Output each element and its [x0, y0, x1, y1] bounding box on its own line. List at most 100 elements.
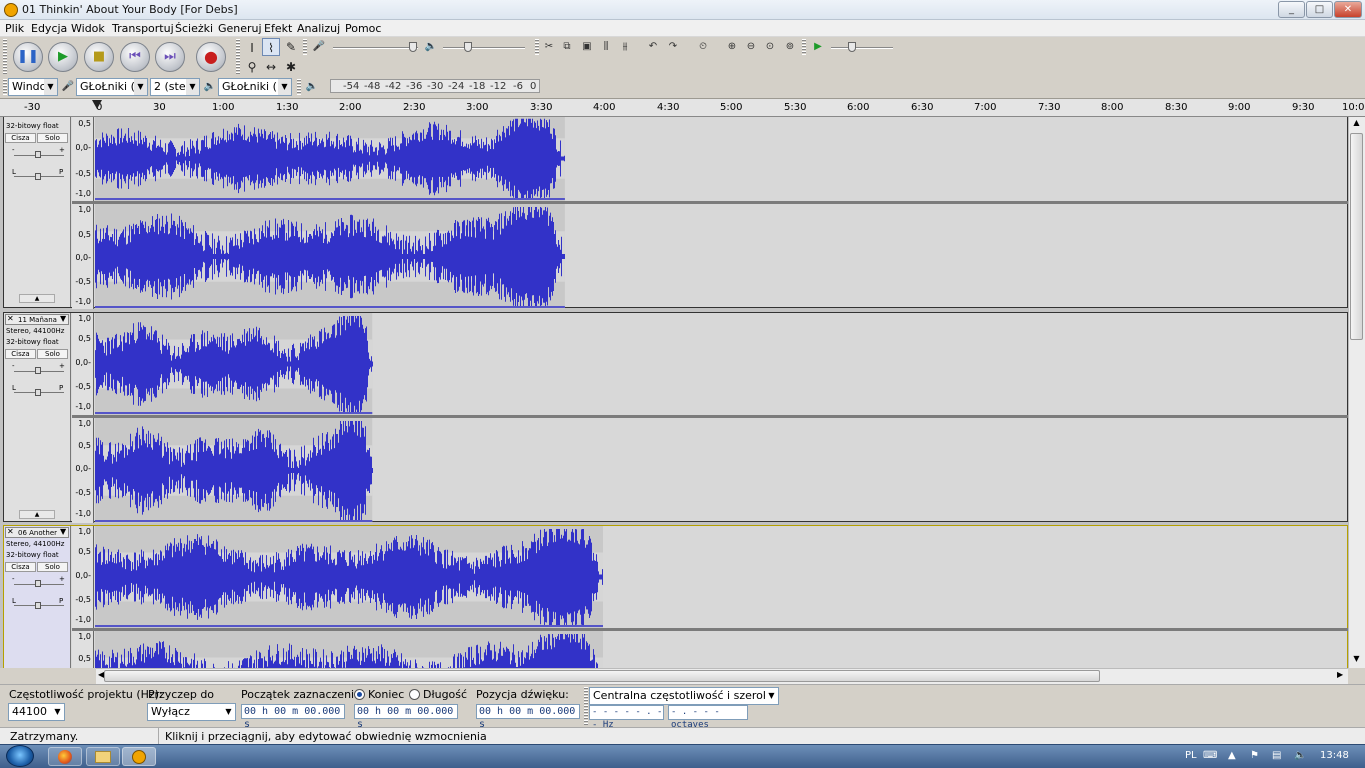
length-radio[interactable]: [409, 689, 420, 700]
selection-tool[interactable]: I: [243, 39, 261, 57]
menu-edit[interactable]: Edycja: [31, 22, 67, 35]
audio-track[interactable]: 06 Another ✕ ▼ Stereo, 44100Hz 32-bitowy…: [3, 525, 1348, 668]
envelope-tool[interactable]: ⌇: [262, 38, 280, 56]
clock[interactable]: 13:48: [1320, 750, 1349, 761]
playback-speed-slider[interactable]: [831, 47, 893, 49]
mute-button[interactable]: Cisza: [5, 562, 36, 572]
zoom-tool[interactable]: ⚲: [243, 58, 261, 76]
input-volume-thumb[interactable]: [409, 42, 417, 52]
toolbar-grip[interactable]: [297, 79, 301, 95]
redo-icon[interactable]: ↷: [665, 39, 681, 55]
play-position-marker[interactable]: [92, 100, 102, 109]
stop-button[interactable]: ■: [84, 42, 114, 72]
trim-icon[interactable]: ⫼: [598, 39, 614, 55]
menu-generate[interactable]: Generuj: [218, 22, 262, 35]
keyboard-icon[interactable]: ⌨: [1203, 750, 1217, 761]
toolbar-grip[interactable]: [802, 39, 806, 55]
waveform-left-channel[interactable]: [95, 313, 1348, 415]
undo-icon[interactable]: ↶: [645, 39, 661, 55]
playback-speed-thumb[interactable]: [848, 42, 856, 52]
end-radio[interactable]: [354, 689, 365, 700]
track-menu-arrow-icon[interactable]: ▼: [60, 527, 66, 536]
start-button[interactable]: [6, 745, 34, 767]
solo-button[interactable]: Solo: [37, 562, 68, 572]
menu-transport[interactable]: Transportuj: [112, 22, 174, 35]
gain-slider-thumb[interactable]: [35, 580, 41, 587]
pan-slider-thumb[interactable]: [35, 173, 41, 180]
audio-position-field[interactable]: 00 h 00 m 00.000 s: [476, 704, 580, 730]
vertical-scroll-thumb[interactable]: [1350, 133, 1363, 340]
playback-device-select[interactable]: GŁoŁniki (▼: [218, 78, 292, 96]
pause-button[interactable]: ❚❚: [13, 42, 43, 72]
scroll-down-icon[interactable]: ▼: [1350, 654, 1363, 666]
output-volume-thumb[interactable]: [464, 42, 472, 52]
menu-help[interactable]: Pomoc: [345, 22, 381, 35]
selection-start-field[interactable]: 00 h 00 m 00.000 s: [241, 704, 345, 730]
draw-tool[interactable]: ✎: [282, 38, 300, 56]
sync-lock-icon[interactable]: ⏲: [695, 39, 711, 55]
language-indicator[interactable]: PL: [1185, 750, 1197, 761]
waveform-left-channel[interactable]: [95, 526, 1348, 628]
recording-device-select[interactable]: GŁoŁniki (▼: [76, 78, 148, 96]
zoom-out-icon[interactable]: ⊖: [743, 39, 759, 55]
record-button[interactable]: ●: [196, 42, 226, 72]
waveform-left-channel[interactable]: [95, 117, 1348, 201]
explorer-taskbar-button[interactable]: [86, 747, 120, 766]
toolbar-grip[interactable]: [303, 39, 307, 55]
audio-host-select[interactable]: Windc ▼: [8, 78, 58, 96]
maximize-button[interactable]: □: [1306, 1, 1333, 18]
menu-effect[interactable]: Efekt: [264, 22, 292, 35]
copy-icon[interactable]: ⧉: [559, 39, 575, 55]
multi-tool[interactable]: ✱: [282, 58, 300, 76]
scroll-right-icon[interactable]: ▶: [1337, 670, 1347, 682]
close-button[interactable]: ✕: [1334, 1, 1362, 18]
paste-icon[interactable]: ▣: [579, 39, 595, 55]
firefox-taskbar-button[interactable]: [48, 747, 82, 766]
menu-file[interactable]: Plik: [5, 22, 24, 35]
toolbar-grip[interactable]: [535, 39, 539, 55]
zoom-in-icon[interactable]: ⊕: [724, 39, 740, 55]
menu-view[interactable]: Widok: [71, 22, 105, 35]
play-at-speed-icon[interactable]: ▶: [810, 39, 826, 55]
volume-icon[interactable]: 🔈: [1294, 750, 1306, 761]
horizontal-scroll-thumb[interactable]: [104, 670, 1100, 682]
solo-button[interactable]: Solo: [37, 349, 68, 359]
audio-track[interactable]: 32-bitowy float Cisza Solo - + L P ▲ 0,5…: [3, 117, 1348, 309]
solo-button[interactable]: Solo: [37, 133, 68, 143]
silence-icon[interactable]: ⫵: [617, 39, 633, 55]
menu-analyze[interactable]: Analizuj: [297, 22, 340, 35]
mute-button[interactable]: Cisza: [5, 349, 36, 359]
fit-selection-icon[interactable]: ⊙: [762, 39, 778, 55]
gain-slider-thumb[interactable]: [35, 151, 41, 158]
fit-project-icon[interactable]: ⊚: [782, 39, 798, 55]
toolbar-grip[interactable]: [3, 79, 7, 95]
bandwidth-field[interactable]: - . - - - octaves: [668, 705, 748, 730]
toolbar-grip[interactable]: [3, 39, 7, 75]
scroll-up-icon[interactable]: ▲: [1350, 118, 1363, 130]
output-volume-slider[interactable]: [443, 47, 525, 49]
waveform-right-channel[interactable]: [95, 631, 1348, 668]
waveform-right-channel[interactable]: [95, 204, 1348, 309]
selection-end-field[interactable]: 00 h 00 m 00.000 s: [354, 704, 458, 730]
close-track-icon[interactable]: ✕: [7, 314, 14, 323]
input-volume-slider[interactable]: [333, 47, 418, 49]
audio-track[interactable]: 11 Mañana ✕ ▼ Stereo, 44100Hz 32-bitowy …: [3, 312, 1348, 523]
timeline-ruler[interactable]: -30 0 30 1:00 1:30 2:00 2:30 3:00 3:30 4…: [0, 99, 1365, 117]
minimize-button[interactable]: _: [1278, 1, 1305, 18]
pan-slider-thumb[interactable]: [35, 389, 41, 396]
spectral-selection-select[interactable]: Centralna częstotliwość i szerokość ▼: [589, 687, 779, 705]
toolbar-grip[interactable]: [584, 687, 588, 725]
project-rate-select[interactable]: 44100 ▼: [8, 703, 65, 721]
playback-level-meter[interactable]: -54 -48 -42 -36 -30 -24 -18 -12 -6 0: [330, 79, 540, 93]
skip-to-start-button[interactable]: ⏮: [120, 42, 150, 72]
time-shift-tool[interactable]: ↔: [262, 58, 280, 76]
collapse-track-button[interactable]: ▲: [19, 294, 55, 303]
menu-tracks[interactable]: Ścieżki: [175, 22, 213, 35]
play-button[interactable]: ▶: [48, 42, 78, 72]
action-center-flag-icon[interactable]: ⚑: [1250, 750, 1259, 761]
mute-button[interactable]: Cisza: [5, 133, 36, 143]
close-track-icon[interactable]: ✕: [7, 527, 14, 536]
track-menu-arrow-icon[interactable]: ▼: [60, 314, 66, 323]
skip-to-end-button[interactable]: ⏭: [155, 42, 185, 72]
show-hidden-icons-icon[interactable]: ▲: [1228, 750, 1236, 761]
